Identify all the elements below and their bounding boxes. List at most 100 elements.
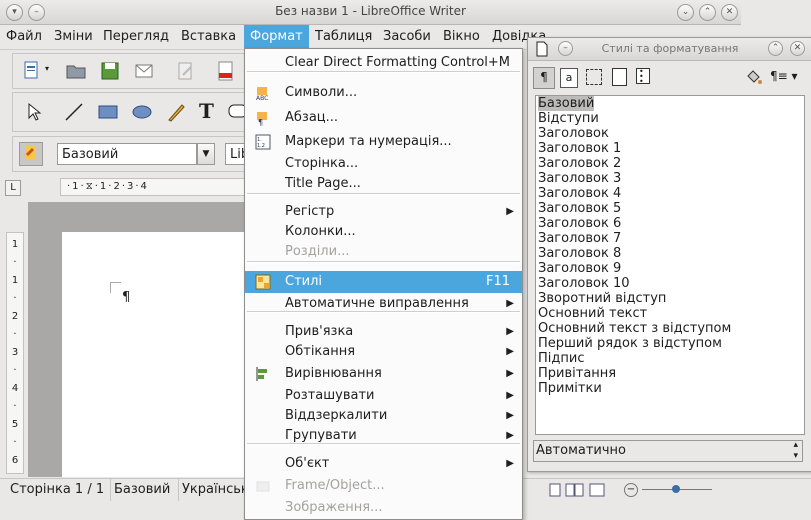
svg-text:¶: ¶ <box>258 118 263 126</box>
style-list-item[interactable]: Основний текст <box>538 306 647 321</box>
zoom-slider-handle[interactable] <box>672 485 680 493</box>
paragraph-icon: ¶ <box>255 110 271 127</box>
style-list-item[interactable]: Заголовок 3 <box>538 171 621 186</box>
style-list-item[interactable]: Підпис <box>538 351 584 366</box>
format-menu-item[interactable]: Сторінка... <box>245 153 522 175</box>
status-page[interactable]: Сторінка 1 / 1 <box>4 479 111 501</box>
format-menu-item[interactable]: Регістр ▶ <box>245 201 522 223</box>
style-list-item[interactable]: Заголовок 6 <box>538 216 621 231</box>
ellipse-tool-icon[interactable] <box>131 101 153 123</box>
menu-item-label: Title Page... <box>285 176 361 191</box>
style-list-item[interactable]: Відступи <box>538 111 599 126</box>
horizontal-ruler[interactable]: ·1·⧖·1·2·3·4 <box>60 178 248 196</box>
text-tool-icon[interactable]: T <box>199 99 214 123</box>
ruler-tick: · <box>13 329 17 340</box>
fill-format-icon[interactable] <box>744 68 764 86</box>
save-icon[interactable] <box>99 60 121 82</box>
email-icon[interactable] <box>133 60 155 82</box>
edit-file-icon[interactable] <box>175 60 197 82</box>
tab-stop-selector[interactable]: L <box>5 180 21 196</box>
paragraph-style-dropdown-icon[interactable]: ▼ <box>197 143 215 165</box>
style-list-item[interactable]: Примітки <box>538 381 602 396</box>
new-dropdown-icon[interactable]: ▾ <box>45 64 49 73</box>
style-list-item[interactable]: Заголовок 10 <box>538 276 630 291</box>
format-menu-item[interactable]: Групувати ▶ <box>245 425 522 447</box>
style-list-item[interactable]: Заголовок <box>538 126 609 141</box>
format-menu-item[interactable]: Автоматичне виправлення ▶ <box>245 293 522 315</box>
ruler-tick: · <box>13 401 17 412</box>
menu-insert[interactable]: Вставка <box>175 25 242 49</box>
format-menu-item[interactable]: ¶ Абзац... <box>245 107 522 129</box>
drawing-toolbar: T <box>12 92 248 132</box>
format-menu-item[interactable]: Об'єкт ▶ <box>245 453 522 475</box>
style-list-item[interactable]: Заголовок 9 <box>538 261 621 276</box>
menu-item-label: Сторінка... <box>285 156 359 171</box>
rectangle-tool-icon[interactable] <box>97 101 119 123</box>
export-pdf-icon[interactable] <box>215 60 237 82</box>
frame-styles-icon[interactable] <box>586 69 602 85</box>
new-document-icon[interactable] <box>21 60 43 82</box>
style-list-item[interactable]: Заголовок 8 <box>538 246 621 261</box>
style-list-item[interactable]: Заголовок 4 <box>538 186 621 201</box>
line-tool-icon[interactable] <box>63 101 85 123</box>
format-menu-item[interactable]: Колонки... <box>245 221 522 243</box>
styles-filter-combo[interactable]: Автоматично ▴ ▾ <box>533 440 803 462</box>
style-list-item[interactable]: Заголовок 1 <box>538 141 621 156</box>
style-list-item[interactable]: Перший рядок з відступом <box>538 336 722 351</box>
menu-file[interactable]: Файл <box>0 25 48 49</box>
format-menu-item[interactable]: Title Page... <box>245 173 522 195</box>
styles-window-maximize-button[interactable]: ⌃ <box>768 41 783 56</box>
close-button[interactable]: ✕ <box>721 4 738 21</box>
style-list-item[interactable]: Заголовок 7 <box>538 231 621 246</box>
menu-tools[interactable]: Засоби <box>377 25 437 49</box>
format-menu-item[interactable]: Обтікання ▶ <box>245 341 522 363</box>
format-menu-item[interactable]: Розташувати ▶ <box>245 385 522 407</box>
maximize-button[interactable]: ⌃ <box>699 4 716 21</box>
menu-item-label: Прив'язка <box>285 324 354 339</box>
vertical-ruler[interactable]: 1 · 1 · 2 · 3 · 4 · 5 · 6 <box>6 232 24 474</box>
style-list-item[interactable]: Основний текст з відступом <box>538 321 731 336</box>
format-menu-item[interactable]: 1. 1.2 Маркери та нумерація... <box>245 131 522 153</box>
status-language[interactable]: Українськ <box>176 479 251 501</box>
style-list-item[interactable]: Заголовок 5 <box>538 201 621 216</box>
style-list-item[interactable]: Зворотний відступ <box>538 291 666 306</box>
styles-list[interactable]: Базовий Відступи Заголовок Заголовок 1 Загол… <box>535 95 805 435</box>
format-menu-item[interactable]: Вирівнювання ▶ <box>245 363 522 385</box>
status-style[interactable]: Базовий <box>108 479 179 501</box>
style-list-item[interactable]: Базовий <box>538 96 595 111</box>
zoom-out-icon[interactable]: − <box>624 483 638 497</box>
new-style-menu-icon[interactable]: ¶≡ ▾ <box>770 69 798 83</box>
submenu-arrow-icon: ▶ <box>506 410 514 421</box>
menu-view[interactable]: Перегляд <box>97 25 175 49</box>
ruler-tick: · <box>13 293 17 304</box>
menu-edit[interactable]: Зміни <box>48 25 99 49</box>
submenu-arrow-icon: ▶ <box>506 458 514 469</box>
styles-filter-spin-icon[interactable]: ▴ ▾ <box>793 440 798 462</box>
format-menu-item[interactable]: Віддзеркалити ▶ <box>245 405 522 427</box>
ruler-tick: 6 <box>11 455 19 466</box>
freeform-tool-icon[interactable] <box>165 101 187 123</box>
open-folder-icon[interactable] <box>65 60 87 82</box>
document-page[interactable]: ¶ <box>62 232 246 477</box>
menu-window[interactable]: Вікно <box>437 25 486 49</box>
menu-table[interactable]: Таблиця <box>309 25 378 49</box>
paragraph-style-combo[interactable]: Базовий <box>57 143 197 165</box>
format-menu-item[interactable]: Прив'язка ▶ <box>245 321 522 343</box>
styles-window-close-button[interactable]: ✕ <box>790 41 805 56</box>
paragraph-styles-icon[interactable]: ¶ <box>533 67 555 89</box>
minimize-button[interactable]: ⌄ <box>677 4 694 21</box>
page-styles-icon[interactable] <box>612 68 627 86</box>
character-styles-icon[interactable]: a <box>560 68 578 88</box>
style-list-item[interactable]: Привітання <box>538 366 616 381</box>
styles-formatting-icon[interactable] <box>19 142 43 166</box>
list-styles-icon[interactable]: • • • <box>636 68 650 86</box>
ruler-tick: 5 <box>11 419 19 430</box>
view-layout-icons[interactable] <box>548 483 608 497</box>
select-arrow-icon[interactable] <box>23 101 45 123</box>
submenu-arrow-icon: ▶ <box>506 390 514 401</box>
menu-format[interactable]: Формат <box>244 25 309 49</box>
format-menu-item[interactable]: Clear Direct Formatting Control+M <box>245 52 522 74</box>
style-list-item[interactable]: Заголовок 2 <box>538 156 621 171</box>
format-menu-item[interactable]: Стилі F11 <box>245 271 522 293</box>
format-menu-item[interactable]: ABC Символи... <box>245 82 522 104</box>
